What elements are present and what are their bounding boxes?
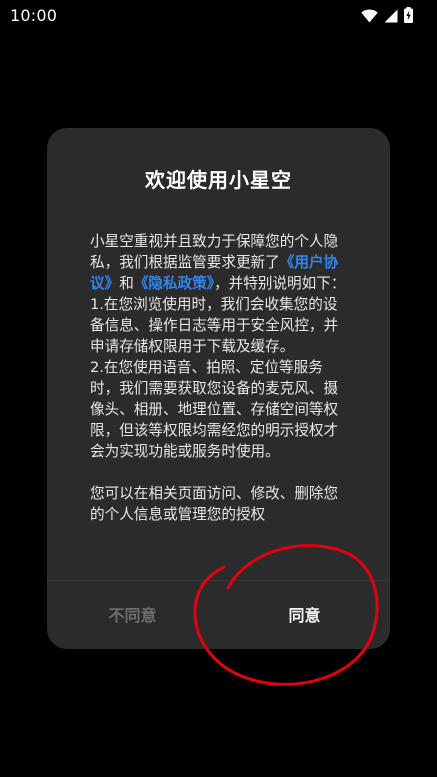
battery-charging-icon [404,7,413,27]
button-divider [47,580,390,581]
cellular-signal-icon [384,8,398,27]
footer-text: 您可以在相关页面访问、修改、删除您的个人信息或管理您的授权 [90,485,339,523]
status-icons [361,7,413,27]
dialog-title: 欢迎使用小星空 [145,168,292,192]
status-bar: 10:00 [0,0,437,30]
status-time: 10:00 [10,6,58,25]
privacy-dialog: 欢迎使用小星空 小星空重视并且致力于保障您的个人隐私，我们根据监管要求更新了《用… [47,128,390,649]
intro-paragraph: 小星空重视并且致力于保障您的个人隐私，我们根据监管要求更新了《用户协议》和《隐私… [90,231,347,294]
screen: 10:00 欢迎使用小星空 小星空重视并且致力于保障您的个人隐私，我们根据监管要… [0,0,437,777]
intro-end-text: ，并特别说明如下： [214,275,346,292]
disagree-button[interactable]: 不同意 [47,590,218,638]
and-text: 和 [119,275,134,292]
point-1: 1.在您浏览使用时，我们会收集您的设备信息、操作日志等用于安全风控，并申请存储权… [90,296,339,355]
dialog-body[interactable]: 小星空重视并且致力于保障您的个人隐私，我们根据监管要求更新了《用户协议》和《隐私… [90,231,347,568]
agree-button[interactable]: 同意 [219,590,390,638]
privacy-policy-link[interactable]: 《隐私政策》 [134,275,214,292]
point-2: 2.在您使用语音、拍照、定位等服务时，我们需要获取您设备的麦克风、摄像头、相册、… [90,359,339,460]
wifi-icon [361,8,378,27]
